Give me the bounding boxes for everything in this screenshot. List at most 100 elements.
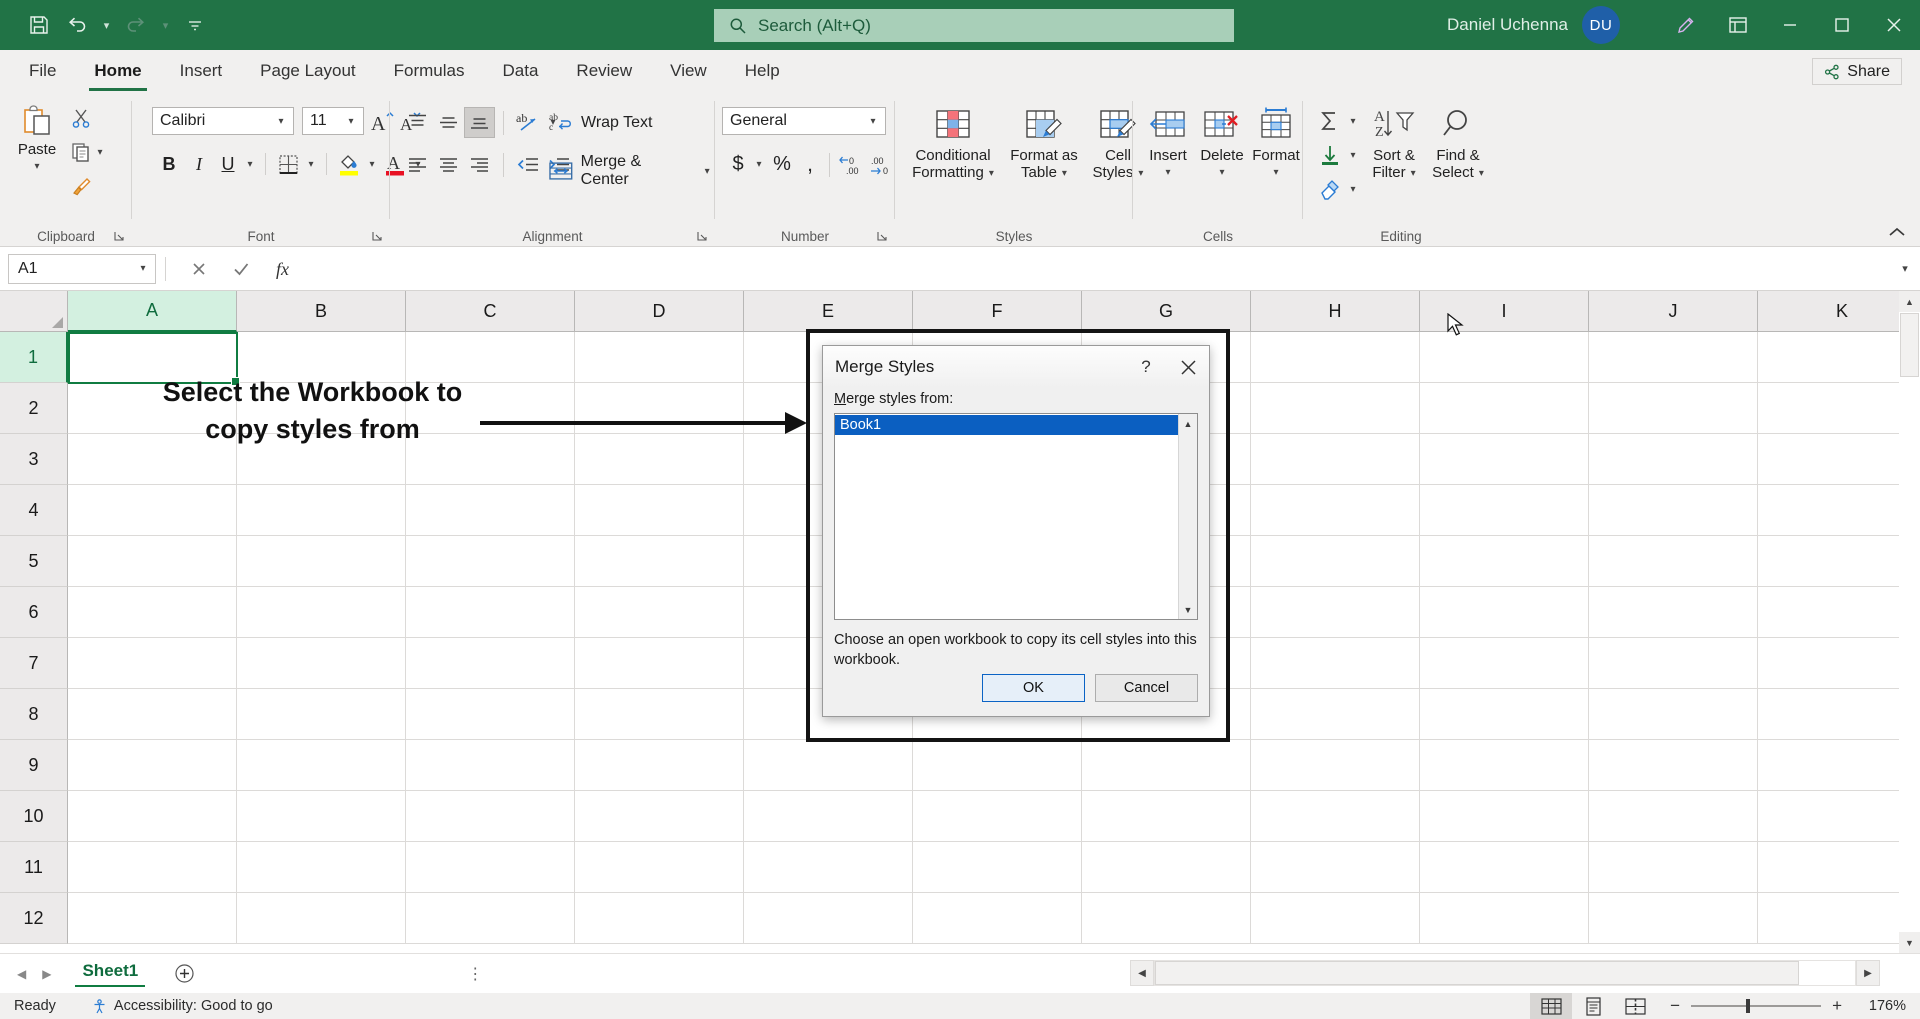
scroll-left-icon[interactable]: ◀ — [1130, 960, 1154, 986]
grid-cell-F9[interactable] — [913, 740, 1082, 791]
zoom-level[interactable]: 176% — [1856, 998, 1920, 1014]
select-all-corner[interactable] — [0, 291, 68, 332]
grid-cell-K2[interactable] — [1758, 383, 1920, 434]
insert-cells-button[interactable]: Insert ▾ — [1141, 105, 1195, 178]
column-header-b[interactable]: B — [237, 291, 406, 332]
grid-cell-H6[interactable] — [1251, 587, 1420, 638]
grid-cell-H4[interactable] — [1251, 485, 1420, 536]
undo-icon[interactable] — [60, 8, 94, 42]
grid-cell-F10[interactable] — [913, 791, 1082, 842]
grid-cell-D9[interactable] — [575, 740, 744, 791]
column-header-c[interactable]: C — [406, 291, 575, 332]
grid-cell-D7[interactable] — [575, 638, 744, 689]
accessibility-status[interactable]: Accessibility: Good to go — [92, 998, 273, 1014]
grid-cell-B10[interactable] — [237, 791, 406, 842]
grid-cell-A8[interactable] — [68, 689, 237, 740]
column-header-a[interactable]: A — [68, 291, 237, 332]
grid-cell-E11[interactable] — [744, 842, 913, 893]
autosum-button[interactable]: ▾ — [1315, 107, 1361, 135]
grid-cell-C8[interactable] — [406, 689, 575, 740]
grid-cell-H11[interactable] — [1251, 842, 1420, 893]
grid-cell-J12[interactable] — [1589, 893, 1758, 944]
align-center-button[interactable] — [433, 149, 464, 180]
row-header-8[interactable]: 8 — [0, 689, 68, 740]
borders-dropdown-icon[interactable]: ▾ — [303, 149, 319, 179]
sort-filter-dropdown-icon[interactable]: ▾ — [1411, 168, 1416, 179]
copy-dropdown-icon[interactable]: ▾ — [92, 147, 108, 158]
redo-dropdown-icon[interactable]: ▾ — [157, 8, 174, 42]
close-icon[interactable] — [1868, 0, 1920, 50]
grid-cell-J10[interactable] — [1589, 791, 1758, 842]
row-header-3[interactable]: 3 — [0, 434, 68, 485]
autosum-dropdown-icon[interactable]: ▾ — [1345, 116, 1361, 127]
paste-button[interactable]: Paste ▾ — [8, 105, 66, 172]
dialog-close-icon[interactable] — [1167, 346, 1209, 388]
formula-input[interactable] — [307, 254, 1890, 284]
accounting-format-button[interactable]: $ — [725, 149, 751, 180]
grid-cell-I1[interactable] — [1420, 332, 1589, 383]
grid-cell-I8[interactable] — [1420, 689, 1589, 740]
scroll-up-icon[interactable]: ▲ — [1899, 291, 1920, 312]
grid-cell-C4[interactable] — [406, 485, 575, 536]
ribbon-display-options-icon[interactable] — [1712, 0, 1764, 50]
page-break-preview-icon[interactable] — [1614, 993, 1656, 1019]
grid-cell-G10[interactable] — [1082, 791, 1251, 842]
chevron-down-icon[interactable]: ▾ — [865, 116, 881, 127]
underline-button[interactable]: U — [214, 149, 242, 179]
fill-dropdown-icon[interactable]: ▾ — [1345, 150, 1361, 161]
grid-cell-H3[interactable] — [1251, 434, 1420, 485]
grid-cell-J7[interactable] — [1589, 638, 1758, 689]
grid-cell-D1[interactable] — [575, 332, 744, 383]
sheet-tab-sheet1[interactable]: Sheet1 — [75, 961, 145, 987]
grid-cell-B12[interactable] — [237, 893, 406, 944]
tab-view[interactable]: View — [651, 50, 726, 91]
conditional-formatting-dropdown-icon[interactable]: ▾ — [989, 168, 994, 179]
grid-cell-D5[interactable] — [575, 536, 744, 587]
increase-decimal-button[interactable]: 0.00 — [836, 149, 867, 180]
row-header-5[interactable]: 5 — [0, 536, 68, 587]
scroll-right-icon[interactable]: ▶ — [1856, 960, 1880, 986]
add-sheet-button[interactable] — [171, 961, 197, 987]
grid-cell-B9[interactable] — [237, 740, 406, 791]
find-and-select-button[interactable]: Find & Select▾ — [1427, 105, 1489, 182]
cancel-icon[interactable] — [189, 259, 209, 279]
text-orientation-button[interactable]: ab — [512, 107, 545, 138]
clear-button[interactable]: ▾ — [1315, 175, 1361, 203]
zoom-slider[interactable]: − + — [1670, 996, 1842, 1016]
sheet-options-icon[interactable]: ⋮ — [467, 964, 485, 984]
minimize-icon[interactable] — [1764, 0, 1816, 50]
grid-cell-J5[interactable] — [1589, 536, 1758, 587]
grid-cell-H1[interactable] — [1251, 332, 1420, 383]
fill-button[interactable]: ▾ — [1315, 141, 1361, 169]
name-box[interactable]: A1 ▾ — [8, 254, 156, 284]
grid-cell-K9[interactable] — [1758, 740, 1920, 791]
grid-cell-A5[interactable] — [68, 536, 237, 587]
bold-button[interactable]: B — [154, 149, 184, 179]
grid-cell-J9[interactable] — [1589, 740, 1758, 791]
horizontal-scroll-thumb[interactable] — [1155, 961, 1799, 985]
grid-cell-K5[interactable] — [1758, 536, 1920, 587]
grid-cell-H9[interactable] — [1251, 740, 1420, 791]
grid-cell-I7[interactable] — [1420, 638, 1589, 689]
merge-and-center-button[interactable]: Merge & Center ▾ — [548, 153, 715, 189]
tab-formulas[interactable]: Formulas — [375, 50, 484, 91]
horizontal-scroll-track[interactable] — [1154, 960, 1856, 986]
grid-cell-D11[interactable] — [575, 842, 744, 893]
grid-cell-I12[interactable] — [1420, 893, 1589, 944]
grid-cell-E10[interactable] — [744, 791, 913, 842]
grid-cell-G11[interactable] — [1082, 842, 1251, 893]
copy-button[interactable]: ▾ — [70, 141, 108, 163]
grid-cell-F11[interactable] — [913, 842, 1082, 893]
grid-cell-B8[interactable] — [237, 689, 406, 740]
grid-cell-H7[interactable] — [1251, 638, 1420, 689]
clear-dropdown-icon[interactable]: ▾ — [1345, 184, 1361, 195]
grid-cell-A7[interactable] — [68, 638, 237, 689]
merge-dropdown-icon[interactable]: ▾ — [699, 166, 715, 177]
format-cells-dropdown-icon[interactable]: ▾ — [1273, 167, 1278, 178]
name-box-dropdown-icon[interactable]: ▾ — [135, 263, 151, 274]
find-select-dropdown-icon[interactable]: ▾ — [1479, 168, 1484, 179]
decrease-indent-button[interactable] — [512, 149, 543, 180]
save-icon[interactable] — [22, 8, 56, 42]
grid-cell-K11[interactable] — [1758, 842, 1920, 893]
grid-cell-J11[interactable] — [1589, 842, 1758, 893]
